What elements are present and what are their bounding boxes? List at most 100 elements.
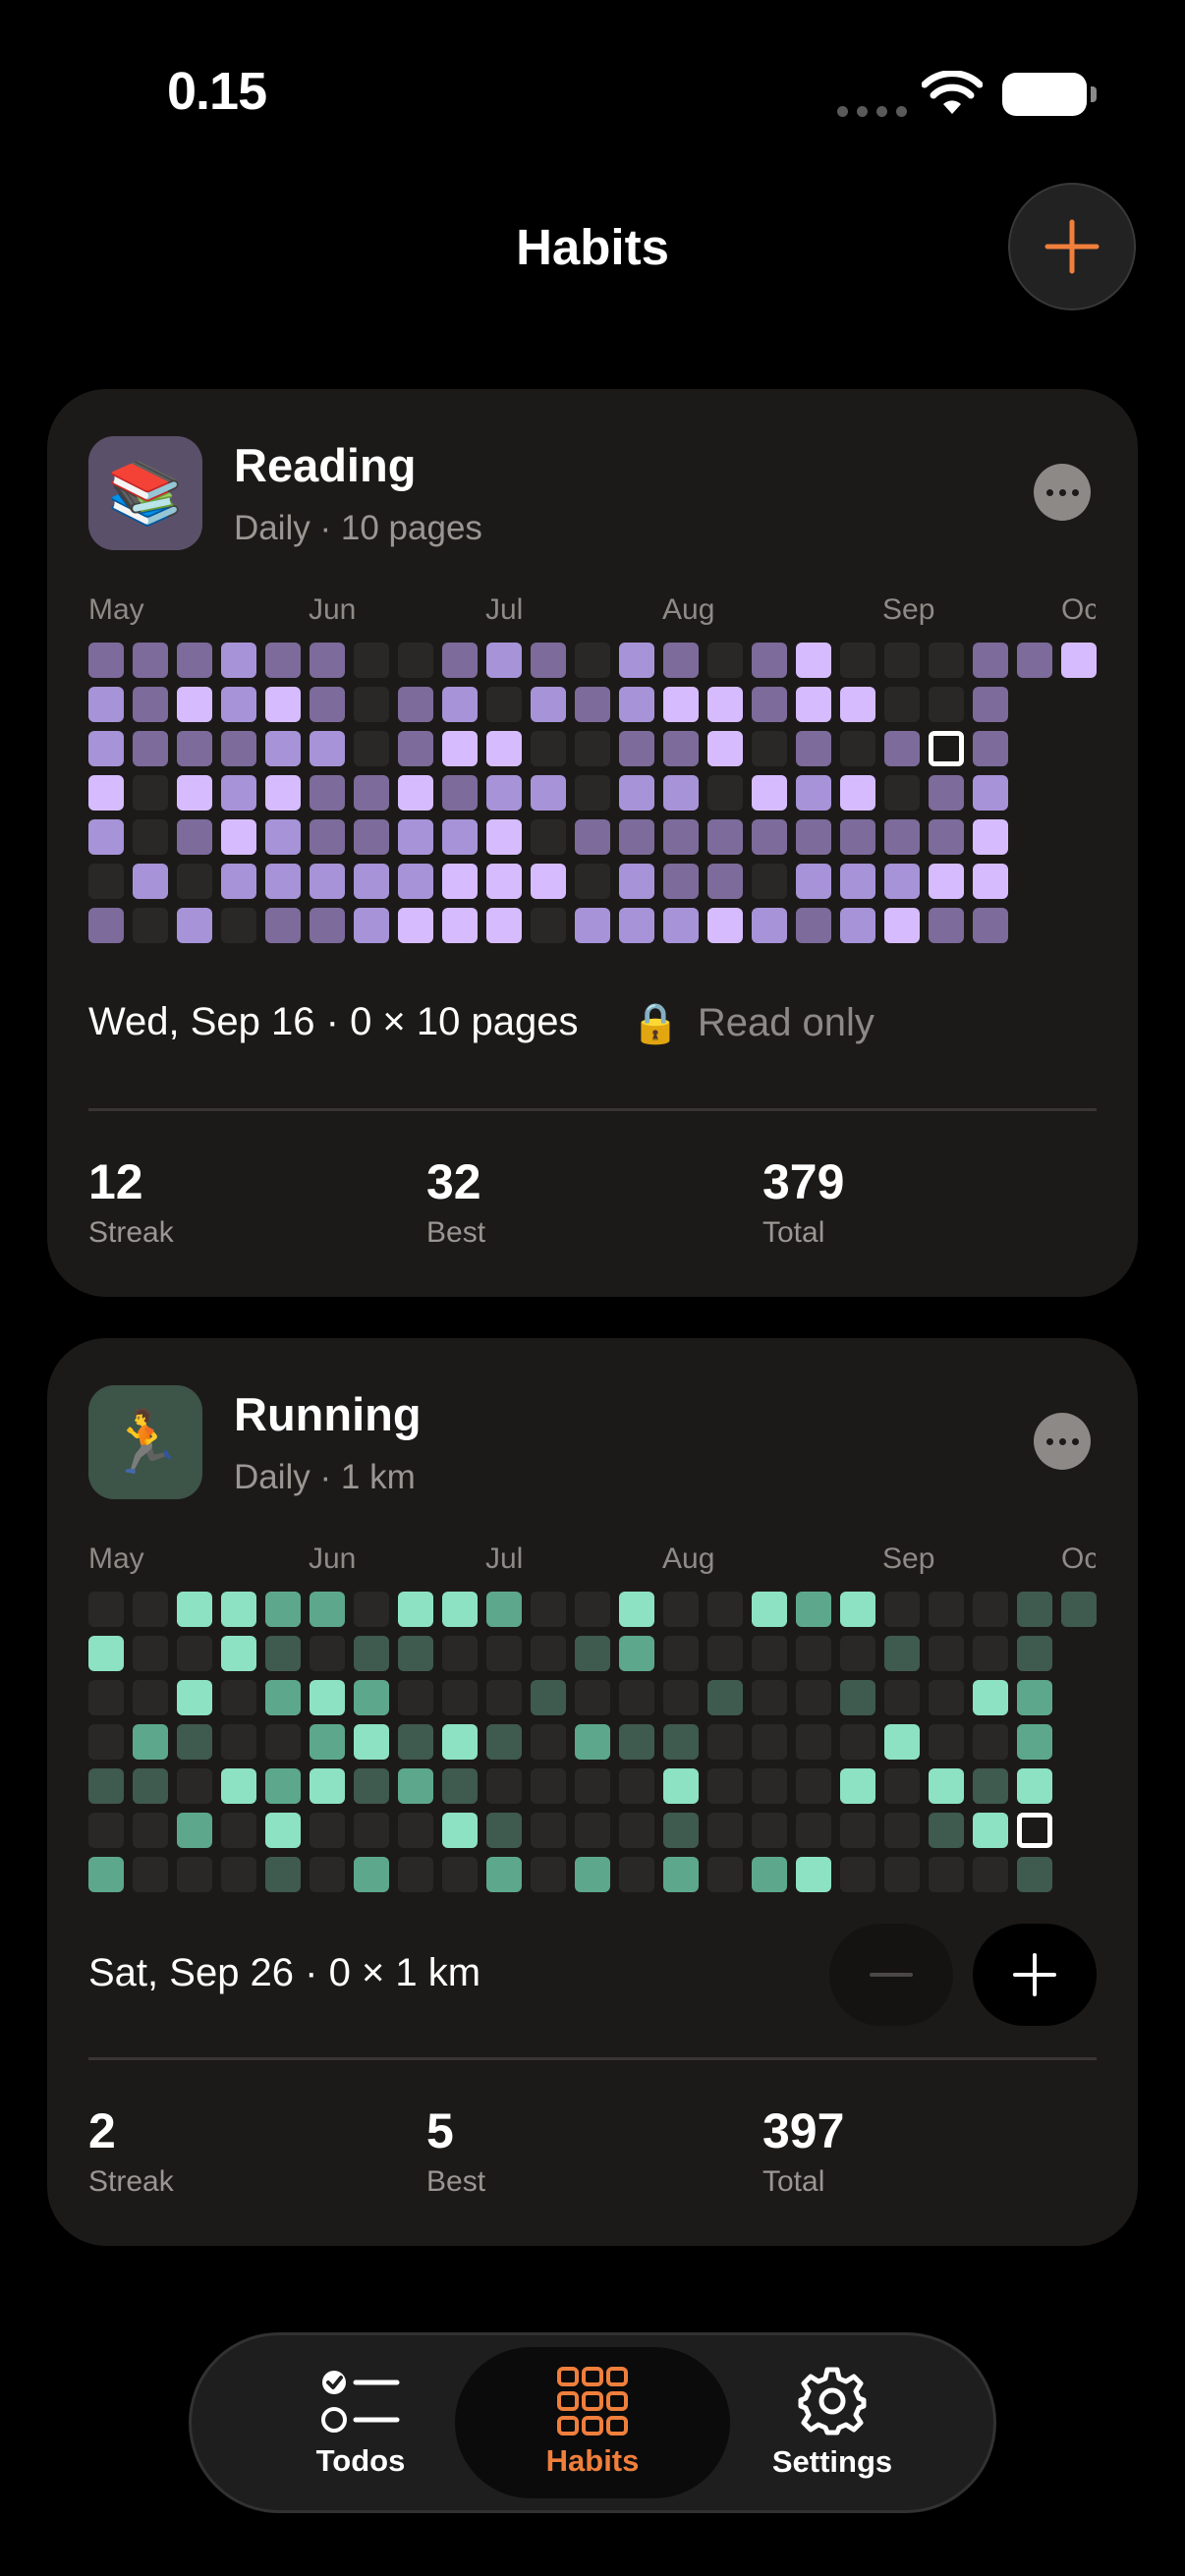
heatmap-cell[interactable] <box>752 819 787 855</box>
heatmap-cell[interactable] <box>884 687 920 722</box>
heatmap-cell[interactable] <box>133 1680 168 1715</box>
heatmap-cell[interactable] <box>840 775 875 811</box>
heatmap-cell[interactable] <box>531 1592 566 1627</box>
heatmap-cell[interactable] <box>310 1857 345 1892</box>
heatmap-cell[interactable] <box>973 1857 1008 1892</box>
heatmap-cell[interactable] <box>973 731 1008 766</box>
heatmap-cell[interactable] <box>619 908 654 943</box>
heatmap-cell[interactable] <box>973 1592 1008 1627</box>
heatmap-cell[interactable] <box>486 1768 522 1804</box>
heatmap-cell[interactable] <box>663 1857 699 1892</box>
heatmap-cell[interactable] <box>354 864 389 899</box>
heatmap-cell[interactable] <box>663 908 699 943</box>
heatmap-cell[interactable] <box>221 819 256 855</box>
heatmap-cell[interactable] <box>796 731 831 766</box>
heatmap-cell[interactable] <box>177 819 212 855</box>
heatmap-cell[interactable] <box>752 1636 787 1671</box>
heatmap-cell[interactable] <box>398 819 433 855</box>
heatmap-cell[interactable] <box>884 1768 920 1804</box>
heatmap-cell[interactable] <box>619 819 654 855</box>
heatmap-cell[interactable] <box>663 1724 699 1760</box>
heatmap-cell[interactable] <box>486 908 522 943</box>
heatmap-cell[interactable] <box>442 1813 478 1848</box>
heatmap-cell[interactable] <box>929 864 964 899</box>
heatmap-cell[interactable] <box>1017 1636 1052 1671</box>
heatmap-cell[interactable] <box>707 1857 743 1892</box>
heatmap-cell[interactable] <box>88 775 124 811</box>
heatmap-cell[interactable] <box>88 1768 124 1804</box>
heatmap-cell[interactable] <box>929 908 964 943</box>
heatmap-cell[interactable] <box>88 1592 124 1627</box>
heatmap-cell[interactable] <box>929 1724 964 1760</box>
heatmap-cell[interactable] <box>840 1592 875 1627</box>
heatmap-cell[interactable] <box>354 819 389 855</box>
heatmap-cell-today[interactable] <box>1017 1813 1052 1848</box>
heatmap-cell[interactable] <box>442 864 478 899</box>
heatmap-cell[interactable] <box>177 687 212 722</box>
heatmap-cell[interactable] <box>752 864 787 899</box>
heatmap-cell[interactable] <box>707 643 743 678</box>
heatmap-cell[interactable] <box>133 908 168 943</box>
heatmap-cell[interactable] <box>752 1680 787 1715</box>
heatmap-cell[interactable] <box>265 687 301 722</box>
heatmap-cell[interactable] <box>442 1592 478 1627</box>
heatmap-cell[interactable] <box>707 775 743 811</box>
heatmap-cell[interactable] <box>486 1857 522 1892</box>
heatmap-cell[interactable] <box>442 687 478 722</box>
heatmap-cell[interactable] <box>398 775 433 811</box>
heatmap-cell[interactable] <box>840 864 875 899</box>
heatmap-cell[interactable] <box>575 1813 610 1848</box>
tab-todos[interactable]: Todos <box>251 2347 471 2498</box>
heatmap-cell[interactable] <box>177 864 212 899</box>
heatmap-cell[interactable] <box>88 1636 124 1671</box>
heatmap-cell[interactable] <box>1017 1724 1052 1760</box>
heatmap-cell[interactable] <box>88 864 124 899</box>
heatmap-cell[interactable] <box>221 1680 256 1715</box>
heatmap-cell[interactable] <box>884 819 920 855</box>
heatmap-cell[interactable] <box>840 819 875 855</box>
heatmap-cell[interactable] <box>973 643 1008 678</box>
heatmap-cell[interactable] <box>265 643 301 678</box>
heatmap-cell[interactable] <box>707 1768 743 1804</box>
heatmap-cell[interactable] <box>221 731 256 766</box>
heatmap-cell[interactable] <box>354 908 389 943</box>
heatmap-cell[interactable] <box>177 1768 212 1804</box>
heatmap-cell[interactable] <box>929 1813 964 1848</box>
heatmap-cell[interactable] <box>354 1768 389 1804</box>
heatmap-cell[interactable] <box>575 1724 610 1760</box>
heatmap-cell[interactable] <box>221 687 256 722</box>
heatmap-cell[interactable] <box>619 864 654 899</box>
heatmap-cell[interactable] <box>88 1857 124 1892</box>
heatmap-cell[interactable] <box>1017 1857 1052 1892</box>
heatmap-cell[interactable] <box>531 687 566 722</box>
heatmap-cell[interactable] <box>575 1768 610 1804</box>
heatmap-cell[interactable] <box>619 1813 654 1848</box>
heatmap-cell[interactable] <box>177 1680 212 1715</box>
heatmap-cell[interactable] <box>310 1592 345 1627</box>
heatmap-cell[interactable] <box>575 819 610 855</box>
heatmap-cell[interactable] <box>265 819 301 855</box>
heatmap-cell[interactable] <box>486 731 522 766</box>
heatmap-cell[interactable] <box>486 1813 522 1848</box>
heatmap-cell[interactable] <box>221 1636 256 1671</box>
heatmap-cell[interactable] <box>265 1636 301 1671</box>
heatmap-cell[interactable] <box>973 864 1008 899</box>
heatmap-cell[interactable] <box>221 1724 256 1760</box>
heatmap-cell[interactable] <box>619 1636 654 1671</box>
heatmap-cell[interactable] <box>884 1680 920 1715</box>
heatmap-cell[interactable] <box>707 1813 743 1848</box>
heatmap-cell[interactable] <box>840 1768 875 1804</box>
heatmap-cell[interactable] <box>663 864 699 899</box>
heatmap-cell[interactable] <box>133 819 168 855</box>
heatmap-cell[interactable] <box>840 731 875 766</box>
heatmap-cell[interactable] <box>752 687 787 722</box>
heatmap-cell-today[interactable] <box>929 731 964 766</box>
heatmap-cell[interactable] <box>752 775 787 811</box>
heatmap-cell[interactable] <box>884 1857 920 1892</box>
heatmap-cell[interactable] <box>177 643 212 678</box>
heatmap-cell[interactable] <box>486 1636 522 1671</box>
heatmap-cell[interactable] <box>884 908 920 943</box>
tab-habits[interactable]: Habits <box>455 2347 730 2498</box>
heatmap-grid[interactable] <box>88 643 1100 955</box>
heatmap-cell[interactable] <box>398 1592 433 1627</box>
